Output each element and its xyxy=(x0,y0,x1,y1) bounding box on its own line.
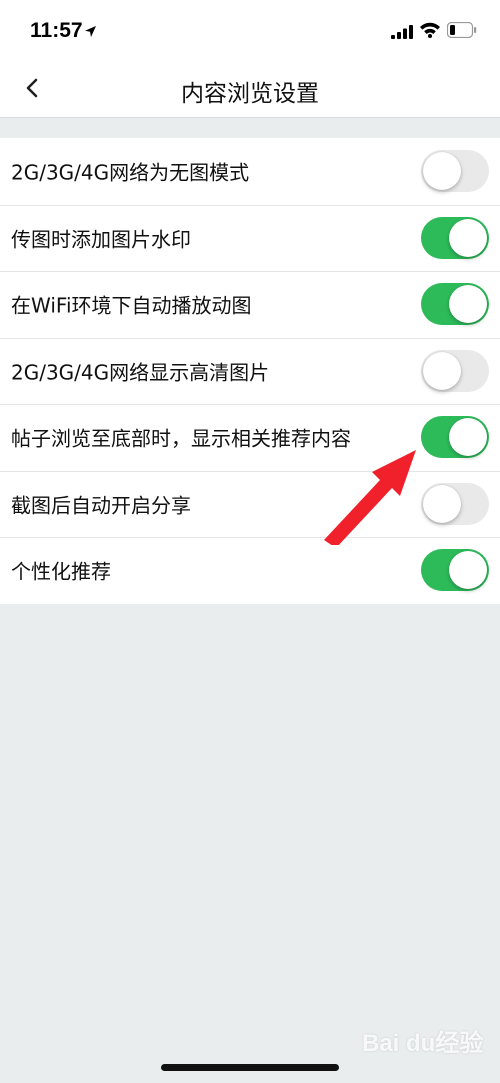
toggle-knob xyxy=(423,152,461,191)
setting-label: 截图后自动开启分享 xyxy=(11,493,191,518)
setting-label: 2G/3G/4G网络为无图模式 xyxy=(11,160,250,185)
setting-label: 2G/3G/4G网络显示高清图片 xyxy=(11,360,270,385)
setting-row: 2G/3G/4G网络显示高清图片 xyxy=(0,337,500,405)
toggle-knob xyxy=(449,551,487,590)
toggle-switch[interactable] xyxy=(421,482,489,525)
page-title: 内容浏览设置 xyxy=(181,81,319,107)
toggle-switch[interactable] xyxy=(421,150,489,193)
setting-label: 在WiFi环境下自动播放动图 xyxy=(11,293,252,318)
red-arrow-icon xyxy=(320,440,430,549)
setting-row: 传图时添加图片水印 xyxy=(0,204,500,272)
watermark: Bai du经验 xyxy=(362,1030,484,1057)
setting-row: 2G/3G/4G网络为无图模式 xyxy=(0,138,500,205)
toggle-switch[interactable] xyxy=(421,216,489,259)
home-indicator xyxy=(161,1064,339,1071)
setting-row: 在WiFi环境下自动播放动图 xyxy=(0,271,500,338)
toggle-knob xyxy=(449,285,487,324)
toggle-switch[interactable] xyxy=(421,549,489,592)
toggle-switch[interactable] xyxy=(421,349,489,392)
toggle-knob xyxy=(449,418,487,457)
toggle-switch[interactable] xyxy=(421,416,489,459)
navigation-bar: 内容浏览设置 xyxy=(0,62,500,118)
toggle-knob xyxy=(423,351,461,390)
setting-label: 传图时添加图片水印 xyxy=(11,227,191,252)
status-time: 11:57 xyxy=(30,19,83,42)
wifi-icon xyxy=(419,21,441,42)
location-arrow-icon xyxy=(84,23,97,42)
toggle-knob xyxy=(449,218,487,257)
setting-label: 个性化推荐 xyxy=(11,559,111,584)
cellular-signal-icon xyxy=(391,24,413,43)
setting-label: 帖子浏览至底部时，显示相关推荐内容 xyxy=(11,426,351,451)
header: 11:57 内容浏览设置 xyxy=(0,0,500,118)
toggle-switch[interactable] xyxy=(421,283,489,326)
status-bar: 11:57 xyxy=(0,0,500,62)
battery-icon xyxy=(446,21,477,42)
